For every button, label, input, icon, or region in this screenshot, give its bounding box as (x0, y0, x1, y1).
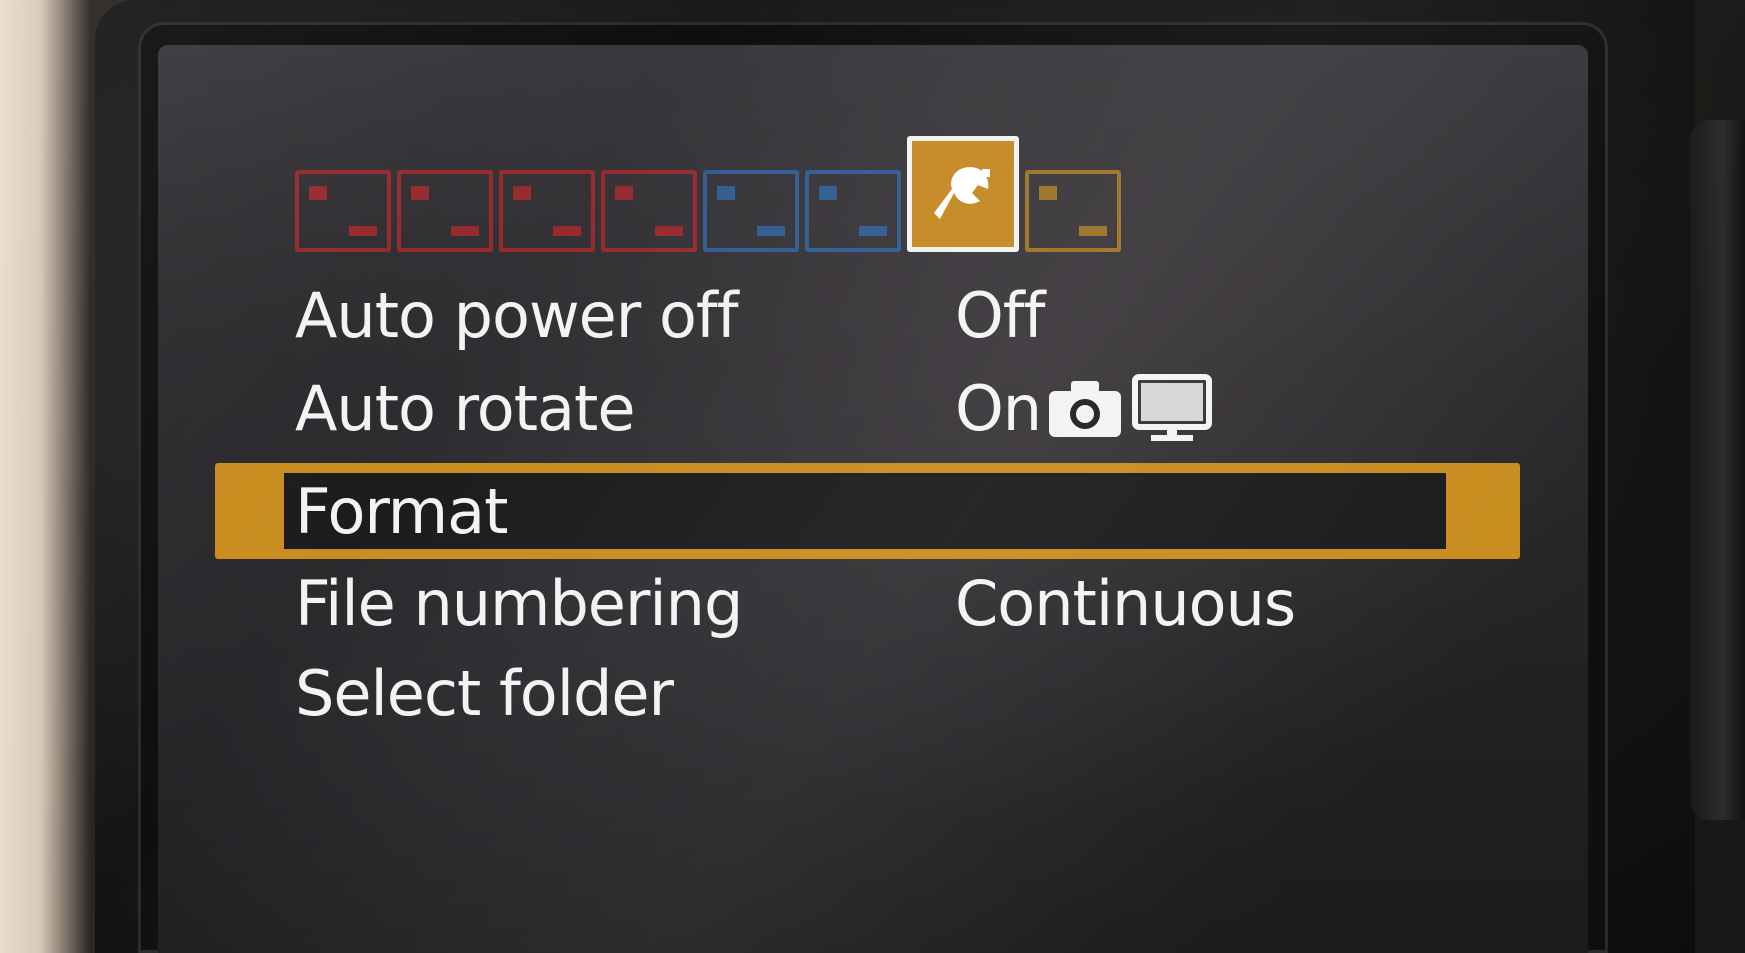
camera-side-control (1690, 120, 1745, 820)
menu-item-value: Off (955, 278, 1045, 352)
menu-item-label: Auto rotate (295, 371, 635, 445)
menu-item-auto-power-off[interactable]: Auto power off Off (295, 270, 1045, 360)
menu-item-label: Auto power off (295, 278, 739, 352)
tab-glyph-icon (309, 186, 327, 200)
tab-glyph-icon (757, 226, 785, 236)
tab-glyph-icon (859, 226, 887, 236)
shooting-tab-1[interactable] (295, 170, 391, 252)
menu-item-value: On (955, 371, 1042, 445)
menu-item-value-group: On (955, 372, 1213, 445)
menu-item-label: Format (295, 474, 508, 548)
tab-glyph-icon (819, 186, 837, 200)
tab-glyph-icon (451, 226, 479, 236)
photo-background: Auto power off Off Auto rotate On Format… (0, 0, 1745, 953)
tab-glyph-icon (411, 186, 429, 200)
tab-glyph-icon (1079, 226, 1107, 236)
menu-tab-bar (295, 136, 1127, 252)
shooting-tab-4[interactable] (601, 170, 697, 252)
tab-glyph-icon (513, 186, 531, 200)
tab-glyph-icon (655, 226, 683, 236)
tab-glyph-icon (349, 226, 377, 236)
menu-item-format[interactable]: Format (295, 466, 955, 556)
tab-glyph-icon (615, 186, 633, 200)
menu-item-label: Select folder (295, 656, 674, 730)
menu-item-file-numbering[interactable]: File numbering Continuous (295, 558, 1296, 648)
wrench-icon (934, 167, 990, 219)
shooting-tab-2[interactable] (397, 170, 493, 252)
playback-tab-2[interactable] (805, 170, 901, 252)
shooting-tab-3[interactable] (499, 170, 595, 252)
camera-icon (1049, 381, 1122, 437)
menu-item-select-folder[interactable]: Select folder (295, 648, 955, 738)
tab-glyph-icon (717, 186, 735, 200)
menu-item-auto-rotate[interactable]: Auto rotate On (295, 363, 1213, 453)
setup-tab-2[interactable] (1025, 170, 1121, 252)
monitor-icon (1132, 374, 1213, 441)
menu-item-value: Continuous (955, 566, 1296, 640)
setup-tab-1[interactable] (907, 136, 1019, 252)
tab-glyph-icon (1039, 186, 1057, 200)
tab-glyph-icon (553, 226, 581, 236)
menu-item-label: File numbering (295, 566, 743, 640)
playback-tab-1[interactable] (703, 170, 799, 252)
